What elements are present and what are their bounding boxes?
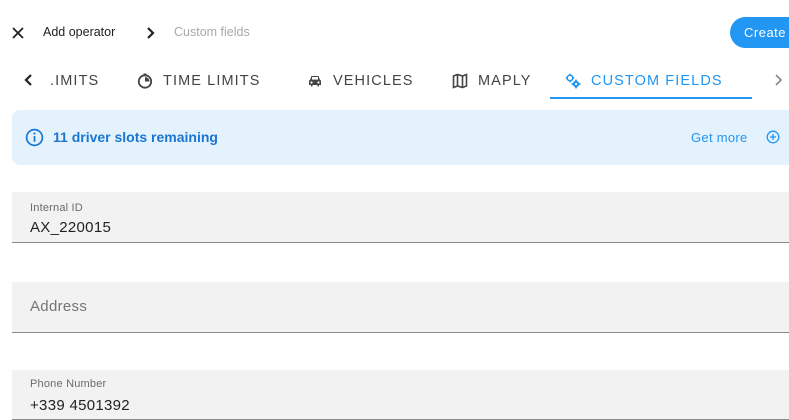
- chevron-left-icon[interactable]: [19, 70, 39, 90]
- tab-label: .IMITS: [50, 73, 100, 89]
- active-tab-indicator: [550, 97, 752, 99]
- info-icon: [25, 128, 44, 147]
- map-icon: [452, 73, 468, 89]
- gears-icon: [565, 73, 581, 89]
- tab-maply[interactable]: MAPLY: [452, 62, 532, 100]
- field-value: AX_220015: [30, 219, 112, 236]
- breadcrumb-parent[interactable]: Add operator: [43, 25, 115, 39]
- tab-label: VEHICLES: [333, 73, 414, 89]
- field-label: Internal ID: [30, 202, 83, 214]
- field-value: +339 4501392: [30, 397, 130, 414]
- phone-number-field[interactable]: Phone Number +339 4501392: [12, 370, 789, 420]
- tab-bar: .IMITS TIME LIMITS VEHICLES MAPLY CUSTOM…: [0, 62, 789, 102]
- address-field[interactable]: Address: [12, 282, 789, 333]
- tab-limits[interactable]: .IMITS: [50, 62, 99, 100]
- tab-label: MAPLY: [478, 73, 532, 89]
- chevron-right-icon[interactable]: [768, 70, 788, 90]
- internal-id-field[interactable]: Internal ID AX_220015: [12, 192, 789, 243]
- tab-time-limits[interactable]: TIME LIMITS: [137, 62, 261, 100]
- chevron-right-icon: [147, 27, 155, 39]
- tab-custom-fields[interactable]: CUSTOM FIELDS: [565, 62, 723, 100]
- time-limit-icon: [137, 73, 153, 89]
- tab-vehicles[interactable]: VEHICLES: [307, 62, 414, 100]
- add-circle-icon[interactable]: [766, 130, 780, 144]
- tab-label: CUSTOM FIELDS: [591, 73, 723, 89]
- get-more-link[interactable]: Get more: [691, 130, 748, 145]
- alert-message: 11 driver slots remaining: [53, 129, 218, 145]
- car-icon: [309, 76, 321, 87]
- create-button[interactable]: Create: [730, 17, 789, 48]
- field-label: Phone Number: [30, 378, 107, 390]
- breadcrumb-current: Custom fields: [174, 25, 250, 39]
- driver-slots-alert: 11 driver slots remaining Get more: [12, 110, 789, 165]
- close-icon[interactable]: [10, 25, 26, 41]
- top-bar: Add operator Custom fields Create: [0, 0, 789, 66]
- tab-label: TIME LIMITS: [163, 73, 261, 89]
- field-placeholder: Address: [30, 298, 88, 315]
